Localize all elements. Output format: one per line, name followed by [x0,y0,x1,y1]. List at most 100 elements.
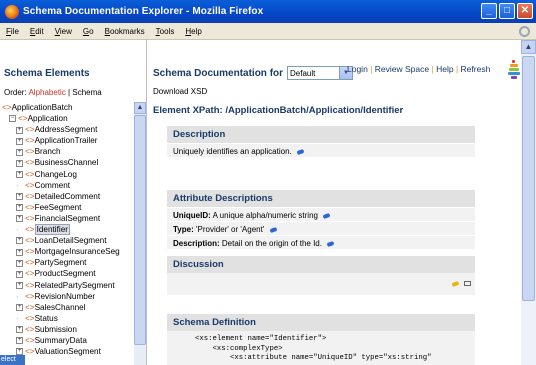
tree-item-label[interactable]: Identifier [34,224,70,236]
element-tag-icon: <> [25,258,35,268]
page-scrollbar[interactable]: ▲ [521,40,536,365]
maximize-button[interactable]: □ [499,3,515,19]
tree-item-label[interactable]: Status [35,314,58,323]
tree-item-label[interactable]: Branch [35,147,61,156]
expand-icon[interactable]: + [16,148,23,156]
tree-item-label[interactable]: ApplicationBatch [12,103,73,112]
menu-go[interactable]: Go [83,27,94,36]
tree-item-label[interactable]: ProductSegment [35,269,96,278]
expand-icon[interactable]: + [16,159,23,167]
tree-item-label[interactable]: Submission [35,325,77,334]
tree-item-label[interactable]: RevisionNumber [35,292,96,301]
space-select[interactable]: Default ▼ [287,66,354,80]
tree-item[interactable]: + <>FeeSegment [2,202,134,213]
scroll-thumb[interactable] [134,115,146,345]
expand-icon[interactable]: + [16,237,23,245]
tree-item[interactable]: + <>ChangeLog [2,169,134,180]
schema-code-line: <xs:element name="Identifier"> [195,335,327,343]
element-tag-icon: <> [25,291,35,301]
tree-item-label[interactable]: ValuationSegment [35,347,101,356]
tree-item[interactable]: · <>Status [2,313,134,324]
tree-item[interactable]: + <>Submission [2,324,134,335]
download-xsd-link[interactable]: Download XSD [153,87,207,96]
tree-item-label[interactable]: FinancialSegment [35,214,101,223]
status-tab[interactable]: elect [0,355,25,365]
tree-item[interactable]: · <>Comment [2,180,134,191]
expand-icon[interactable]: + [16,204,23,212]
login-link[interactable]: Login [347,64,368,74]
expand-icon[interactable]: + [16,193,23,201]
tree-item[interactable]: + <>ProductSegment [2,268,134,279]
menu-help[interactable]: Help [185,27,201,36]
tree-item-label[interactable]: SalesChannel [35,303,86,312]
expand-icon[interactable]: + [16,248,23,256]
tree-item[interactable]: + <>DetailedComment [2,191,134,202]
refresh-link[interactable]: Refresh [461,64,491,74]
minimize-button[interactable]: _ [481,3,497,19]
tree-item-label[interactable]: MortgageInsuranceSeg [35,247,120,256]
tree-item[interactable]: + <>ApplicationTrailer [2,135,134,146]
tree-item-label[interactable]: ApplicationTrailer [35,136,98,145]
tree-item-label[interactable]: PartySegment [35,258,87,267]
help-link[interactable]: Help [436,64,453,74]
tree-item[interactable]: + <>PartySegment [2,257,134,268]
tree-item[interactable]: + <>BusinessChannel [2,157,134,168]
tree-item-label[interactable]: LoanDetailSegment [35,236,107,245]
attribute-text: Detail on the origin of the Id. [221,239,322,248]
email-icon[interactable] [464,281,471,286]
edit-icon[interactable] [269,226,278,233]
expand-icon[interactable]: + [16,137,23,145]
expand-icon[interactable]: + [16,215,23,223]
tree-item-label[interactable]: BusinessChannel [35,158,99,167]
collapse-icon[interactable]: − [9,115,16,123]
tree-item-label[interactable]: Comment [35,181,71,190]
tree-item-label[interactable]: ChangeLog [35,170,77,179]
tree-item-label[interactable]: AddressSegment [35,125,98,134]
tree-item[interactable]: + <>SalesChannel [2,302,134,313]
tree-item[interactable]: · <> Identifier [2,224,134,236]
tree-item[interactable]: + <>SummaryData [2,335,134,346]
order-schema-link[interactable]: Schema [72,88,101,97]
menu-bookmarks[interactable]: Bookmarks [105,27,145,36]
expand-icon[interactable]: + [16,270,23,278]
menu-view[interactable]: View [55,27,72,36]
expand-icon[interactable]: + [16,126,23,134]
expand-icon[interactable]: + [16,304,23,312]
close-button[interactable]: ✕ [517,3,533,19]
tree-scrollbar[interactable]: ▲ [134,102,146,365]
review-space-link[interactable]: Review Space [375,64,429,74]
expand-icon[interactable]: + [16,281,23,289]
link-separator: | [431,64,434,74]
tree-item[interactable]: · <>RevisionNumber [2,291,134,302]
tree-item-label[interactable]: FeeSegment [35,203,82,212]
menu-tools[interactable]: Tools [156,27,175,36]
tree-item-label[interactable]: SummaryData [35,336,87,345]
element-tag-icon: <> [25,147,35,157]
expand-icon[interactable]: + [16,337,23,345]
expand-icon[interactable]: + [16,259,23,267]
tree-item-label[interactable]: Application [28,114,68,123]
menu-edit[interactable]: Edit [30,27,44,36]
tree-item[interactable]: + <>Branch [2,146,134,157]
scroll-thumb[interactable] [522,56,535,301]
tree-item-label[interactable]: DetailedComment [35,192,101,201]
tree-item[interactable]: <>ApplicationBatch [2,102,134,113]
tree-item[interactable]: + <>AddressSegment [2,124,134,135]
edit-icon[interactable] [326,240,335,247]
menu-file[interactable]: File [6,27,19,36]
tree-item[interactable]: + <>LoanDetailSegment [2,235,134,246]
tree-item[interactable]: − <>Application [2,113,134,124]
discussion-section: Discussion [167,256,475,295]
add-comment-icon[interactable] [451,280,460,288]
scroll-up-icon[interactable]: ▲ [521,40,536,54]
tree-item[interactable]: + <>FinancialSegment [2,213,134,224]
order-alphabetic-link[interactable]: Alphabetic [28,88,65,97]
tree-item[interactable]: + <>MortgageInsuranceSeg [2,246,134,257]
edit-icon[interactable] [296,148,305,155]
scroll-up-icon[interactable]: ▲ [134,102,146,114]
tree-item[interactable]: + <>RelatedPartySegment [2,280,134,291]
tree-item-label[interactable]: RelatedPartySegment [35,281,115,290]
expand-icon[interactable]: + [16,170,23,178]
edit-icon[interactable] [322,212,331,219]
expand-icon[interactable]: + [16,326,23,334]
